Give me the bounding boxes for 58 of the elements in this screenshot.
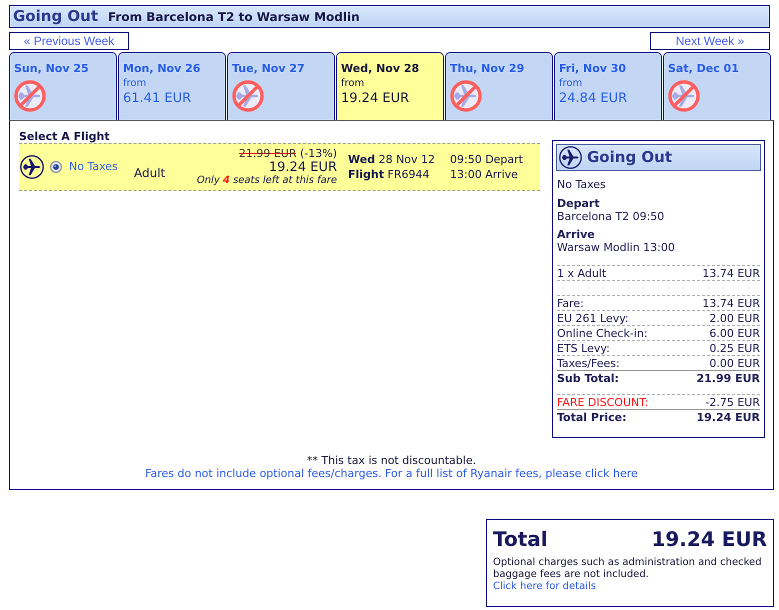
route-title: From Barcelona T2 to Warsaw Modlin xyxy=(108,10,360,22)
fare-price: 19.24 EUR xyxy=(268,160,337,175)
charge-label: Sub Total: xyxy=(557,372,619,384)
previous-week-button[interactable]: « Previous Week xyxy=(9,32,129,50)
charge-label: FARE DISCOUNT: xyxy=(557,396,648,408)
charge-label: Online Check-in: xyxy=(557,326,648,340)
date-tab[interactable]: Tue, Nov 27 xyxy=(227,52,335,120)
summary-title: Going Out xyxy=(587,150,672,165)
section-heading: Select A Flight xyxy=(19,131,111,143)
charge-amount: 13.74 EUR xyxy=(702,296,760,310)
airplane-icon xyxy=(559,146,582,169)
passenger-type: Adult xyxy=(134,166,166,180)
charge-label: Total Price: xyxy=(557,410,627,424)
fare-type-link[interactable]: No Taxes xyxy=(69,158,133,176)
date-tab[interactable]: Sun, Nov 25 xyxy=(9,52,117,120)
flight-date: Wed 28 Nov 12 xyxy=(348,152,436,167)
date-tab[interactable]: Fri, Nov 30 from 24.84 EUR xyxy=(554,52,662,120)
no-flights-icon xyxy=(450,80,482,112)
tax-note: ** This tax is not discountable. xyxy=(306,454,478,467)
date-tab[interactable]: Thu, Nov 29 xyxy=(445,52,553,120)
fare-type: No Taxes xyxy=(557,178,607,191)
total-amount: 19.24 EUR xyxy=(651,527,767,551)
airplane-icon xyxy=(20,155,44,179)
fees-link[interactable]: Fares do not include optional fees/charges. For a full list of Ryanair fees, please click here xyxy=(145,467,638,480)
seats-left-note: Only 4 seats left at this fare xyxy=(196,175,337,187)
charge-label: Fare: xyxy=(557,296,584,310)
date-tab[interactable]: Wed, Nov 28 from 19.24 EUR xyxy=(336,52,444,120)
details-link[interactable]: Click here for details xyxy=(493,581,767,593)
charge-amount: 19.24 EUR xyxy=(696,410,760,424)
arrive-time: 13:00 Arrive xyxy=(450,167,519,182)
depart-label: Depart xyxy=(557,197,601,210)
total-label: Total xyxy=(493,527,548,551)
charge-amount: 0.25 EUR xyxy=(709,342,760,354)
passenger-amount: 13.74 EUR xyxy=(702,266,760,280)
date-tab[interactable]: Mon, Nov 26 from 61.41 EUR xyxy=(118,52,226,120)
charge-amount: 21.99 EUR xyxy=(696,372,760,384)
arrive-value: Warsaw Modlin 13:00 xyxy=(557,241,676,254)
radio-button[interactable] xyxy=(50,161,62,173)
no-flights-icon xyxy=(668,80,700,112)
depart-value: Barcelona T2 09:50 xyxy=(557,210,666,223)
passenger-label: 1 x Adult xyxy=(557,266,606,280)
arrive-label: Arrive xyxy=(557,228,596,241)
date-tab[interactable]: Sat, Dec 01 xyxy=(663,52,771,120)
charge-amount: 2.00 EUR xyxy=(709,312,760,324)
section-title: Going Out xyxy=(13,9,98,24)
charge-amount: 6.00 EUR xyxy=(709,326,760,340)
next-week-button[interactable]: Next Week » xyxy=(650,32,770,50)
no-flights-icon xyxy=(232,80,264,112)
charge-label: Taxes/Fees: xyxy=(557,356,620,370)
charge-label: EU 261 Levy: xyxy=(557,312,629,324)
charge-label: ETS Levy: xyxy=(557,342,610,354)
charge-amount: 0.00 EUR xyxy=(709,356,760,370)
flight-number: Flight FR6944 xyxy=(348,167,430,182)
charges-note: Optional charges such as administration and checked baggage fees are not included. xyxy=(493,557,763,581)
depart-time: 09:50 Depart xyxy=(450,152,523,167)
discount-percent: (-13%) xyxy=(300,147,337,160)
charge-amount: -2.75 EUR xyxy=(705,396,760,408)
no-flights-icon xyxy=(14,80,46,112)
